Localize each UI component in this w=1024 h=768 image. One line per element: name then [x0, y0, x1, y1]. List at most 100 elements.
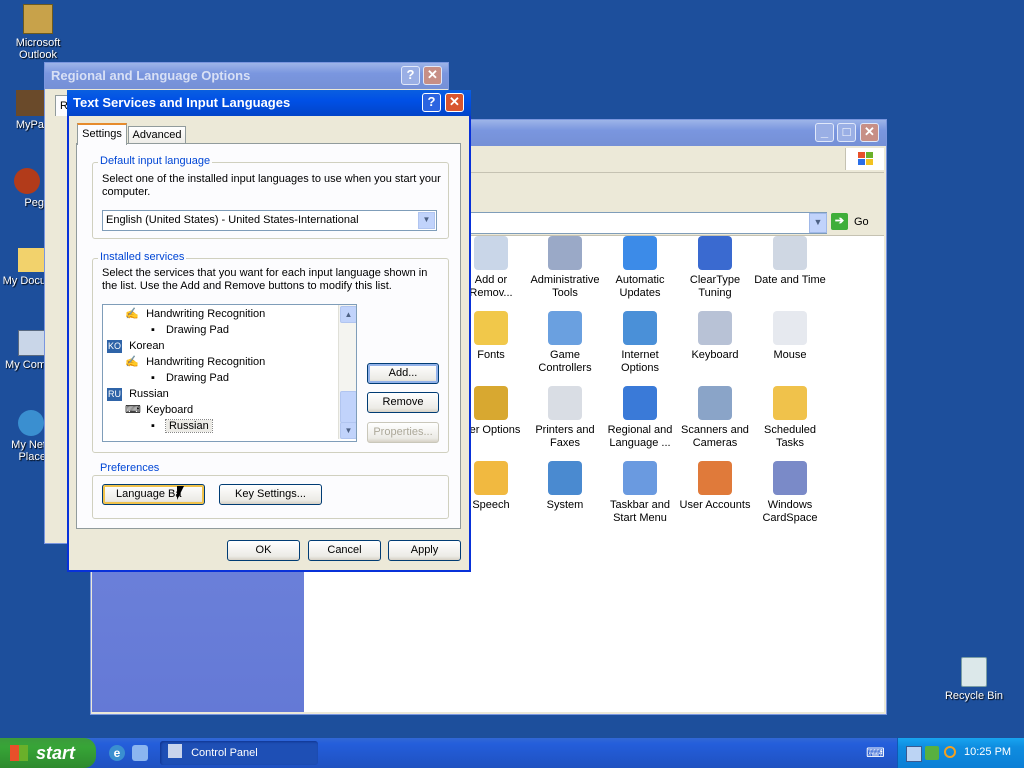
cp-item[interactable]: Administrative Tools: [527, 236, 603, 300]
cp-item-icon: [474, 311, 508, 345]
cp-item-icon: [548, 311, 582, 345]
language-badge: KO: [107, 340, 123, 353]
help-button[interactable]: ?: [422, 93, 441, 112]
folder-icon: [18, 248, 44, 272]
ie-icon[interactable]: e: [109, 745, 125, 761]
mypa-icon: [16, 90, 44, 116]
list-item-label: Handwriting Recognition: [146, 308, 266, 320]
properties-button[interactable]: Properties...: [367, 422, 439, 443]
start-label: start: [36, 743, 76, 763]
list-item[interactable]: ✍ Handwriting Recognition: [125, 306, 265, 322]
desktop-icon-peg[interactable]: Peg: [0, 168, 44, 209]
apply-button[interactable]: Apply: [388, 540, 461, 561]
list-item-selected[interactable]: ▪ Russian: [151, 418, 213, 434]
bullet-icon: ▪: [151, 372, 155, 384]
cp-item[interactable]: Game Controllers: [527, 311, 603, 375]
minimize-button[interactable]: _: [815, 123, 834, 142]
list-item[interactable]: ▪ Drawing Pad: [151, 322, 229, 338]
network-tray-icon[interactable]: [906, 746, 922, 762]
cp-item-icon: [698, 386, 732, 420]
cp-item-label: Add or Remov...: [469, 274, 513, 299]
default-language-select[interactable]: English (United States) - United States-…: [102, 210, 437, 231]
start-button[interactable]: start: [0, 738, 96, 768]
cp-item[interactable]: Taskbar and Start Menu: [602, 461, 678, 525]
go-button[interactable]: ➔ Go: [831, 213, 877, 232]
cp-item-label: Date and Time: [754, 274, 826, 286]
maximize-button[interactable]: □: [837, 123, 856, 142]
recycle-bin-icon: [961, 657, 987, 687]
language-bar-button[interactable]: Language Ba: [102, 484, 205, 505]
cp-item[interactable]: Automatic Updates: [602, 236, 678, 300]
list-item[interactable]: KO Korean: [107, 338, 165, 354]
chevron-down-icon[interactable]: ▼: [418, 212, 435, 229]
cp-item[interactable]: ClearType Tuning: [677, 236, 753, 300]
cp-item[interactable]: Keyboard: [677, 311, 753, 362]
scroll-up-button[interactable]: ▲: [340, 306, 356, 323]
list-scrollbar[interactable]: ▲ ▼: [338, 305, 356, 439]
cancel-button[interactable]: Cancel: [308, 540, 381, 561]
cp-item-icon: [474, 236, 508, 270]
cp-item-label: Regional and Language ...: [607, 424, 673, 449]
tab-settings[interactable]: Settings: [77, 123, 127, 145]
key-settings-button[interactable]: Key Settings...: [219, 484, 322, 505]
desktop-icon-label: Recycle Bin: [944, 690, 1004, 702]
cp-item-icon: [773, 236, 807, 270]
help-button[interactable]: ?: [401, 66, 420, 85]
cp-item[interactable]: Printers and Faxes: [527, 386, 603, 450]
cp-item-label: Windows CardSpace: [762, 499, 818, 524]
cp-item[interactable]: System: [527, 461, 603, 512]
regional-titlebar[interactable]: Regional and Language Options: [45, 63, 448, 89]
cp-item-label: Internet Options: [621, 349, 659, 374]
text-services-title: Text Services and Input Languages: [73, 95, 291, 110]
desktop-icon-recycle-bin[interactable]: Recycle Bin: [939, 657, 1009, 702]
desktop-icon-outlook[interactable]: Microsoft Outlook: [3, 4, 73, 61]
address-dropdown-button[interactable]: ▼: [809, 213, 827, 233]
list-item-label: Korean: [129, 340, 165, 352]
cp-item[interactable]: Regional and Language ...: [602, 386, 678, 450]
shield-tray-icon[interactable]: [925, 746, 939, 760]
default-language-value: English (United States) - United States-…: [106, 214, 359, 226]
list-item[interactable]: RU Russian: [107, 386, 169, 402]
close-button[interactable]: ✕: [860, 123, 879, 142]
desktop-icon-my-documents[interactable]: My Docu: [0, 248, 46, 287]
desktop-icon-network[interactable]: My Net Place: [0, 410, 46, 463]
tab-advanced[interactable]: Advanced: [128, 126, 186, 144]
cp-item-icon: [474, 461, 508, 495]
cp-item[interactable]: Scanners and Cameras: [677, 386, 753, 450]
desktop-icon-label: My Net Place: [11, 439, 46, 463]
list-item[interactable]: ✍ Handwriting Recognition: [125, 354, 265, 370]
cp-item[interactable]: Windows CardSpace: [752, 461, 828, 525]
cp-item[interactable]: Mouse: [752, 311, 828, 362]
keyboard-tray-icon[interactable]: ⌨: [866, 745, 885, 761]
cp-item[interactable]: Date and Time: [752, 236, 828, 287]
ok-button[interactable]: OK: [227, 540, 300, 561]
cp-item[interactable]: User Accounts: [677, 461, 753, 512]
close-button[interactable]: ✕: [445, 93, 464, 112]
desktop-icon-my-computer[interactable]: My Com: [0, 330, 46, 371]
cp-item-label: Taskbar and Start Menu: [610, 499, 670, 524]
cp-item-label: ClearType Tuning: [689, 274, 741, 299]
add-button[interactable]: Add...: [367, 363, 439, 384]
desktop-icon-label: My Docu: [2, 275, 46, 287]
text-services-titlebar[interactable]: Text Services and Input Languages: [67, 90, 471, 116]
list-item[interactable]: ▪ Drawing Pad: [151, 370, 229, 386]
cp-item[interactable]: Scheduled Tasks: [752, 386, 828, 450]
remove-button[interactable]: Remove: [367, 392, 439, 413]
search-tray-icon[interactable]: [944, 746, 956, 758]
quicklaunch-icon[interactable]: [132, 745, 148, 761]
cp-item[interactable]: Internet Options: [602, 311, 678, 375]
scroll-down-button[interactable]: ▼: [340, 422, 356, 439]
installed-services-description: Select the services that you want for ea…: [102, 267, 428, 292]
cp-item-icon: [773, 386, 807, 420]
cp-item-label: Keyboard: [691, 349, 739, 361]
list-item[interactable]: ⌨ Keyboard: [125, 402, 193, 418]
taskbar-task-control-panel[interactable]: Control Panel: [160, 741, 318, 765]
windows-logo-icon: [845, 148, 884, 170]
close-button[interactable]: ✕: [423, 66, 442, 85]
installed-services-list[interactable]: ✍ Handwriting Recognition ▪ Drawing Pad …: [102, 304, 357, 442]
clock[interactable]: 10:25 PM: [964, 746, 1011, 758]
task-label: Control Panel: [191, 747, 258, 759]
desktop-icon-mypa[interactable]: MyPa: [0, 90, 44, 131]
default-language-legend: Default input language: [98, 155, 213, 167]
scroll-thumb[interactable]: [340, 391, 356, 423]
